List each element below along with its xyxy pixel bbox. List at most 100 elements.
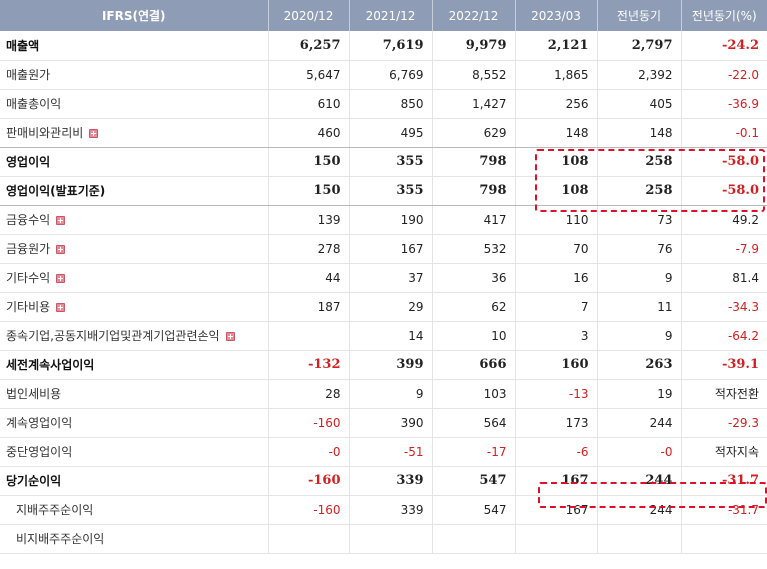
- table-cell: 564: [432, 408, 516, 438]
- table-cell: 29: [349, 292, 433, 322]
- income-statement-table: IFRS(연결) 2020/12 2021/12 2022/12 2023/03…: [0, 0, 767, 554]
- row-label[interactable]: 금융원가: [0, 234, 269, 264]
- table-cell: [268, 321, 350, 351]
- table-cell: -132: [268, 350, 350, 380]
- row-label-text: 세전계속사업이익: [6, 358, 95, 372]
- table-cell: -0: [597, 437, 682, 467]
- table-cell: 적자전환: [681, 379, 767, 409]
- table-cell: 244: [597, 466, 682, 496]
- row-label-text: 기타수익: [6, 271, 51, 285]
- row-label-text: 종속기업,공동지배기업및관계기업관련손익: [6, 329, 220, 343]
- table-cell: 70: [515, 234, 598, 264]
- table-cell: 3: [515, 321, 598, 351]
- table-cell: 244: [597, 408, 682, 438]
- header-2020-12[interactable]: 2020/12: [268, 0, 350, 31]
- row-label-text: 중단영업이익: [6, 445, 73, 459]
- header-yoy[interactable]: 전년동기: [597, 0, 682, 31]
- table-cell: -7.9: [681, 234, 767, 264]
- header-row: IFRS(연결) 2020/12 2021/12 2022/12 2023/03…: [0, 0, 767, 31]
- header-ifrs[interactable]: IFRS(연결): [0, 0, 269, 31]
- table-cell: -31.7: [681, 495, 767, 525]
- table-row: 매출액 6,257 7,619 9,979 2,121 2,797 -24.2: [0, 31, 767, 61]
- table-cell: 150: [268, 176, 350, 206]
- table-cell: 2,797: [597, 31, 682, 61]
- header-yoy-pct[interactable]: 전년동기(%): [681, 0, 767, 31]
- table-cell: 9: [349, 379, 433, 409]
- table-cell: 263: [597, 350, 682, 380]
- table-row: 매출총이익 610 850 1,427 256 405 -36.9: [0, 89, 767, 119]
- row-label: 중단영업이익: [0, 437, 269, 467]
- table-cell: 610: [268, 89, 350, 119]
- row-label[interactable]: 종속기업,공동지배기업및관계기업관련손익: [0, 321, 269, 351]
- table-cell: 10: [432, 321, 516, 351]
- table-cell: 28: [268, 379, 350, 409]
- table-cell: 399: [349, 350, 433, 380]
- table-row: 영업이익 150 355 798 108 258 -58.0: [0, 147, 767, 177]
- table-cell: 850: [349, 89, 433, 119]
- table-cell: 190: [349, 205, 433, 235]
- expand-plus-icon[interactable]: [89, 129, 99, 138]
- row-label[interactable]: 기타비용: [0, 292, 269, 322]
- table-cell: 9,979: [432, 31, 516, 61]
- table-cell: -39.1: [681, 350, 767, 380]
- table-cell: 9: [597, 263, 682, 293]
- table-row: 매출원가 5,647 6,769 8,552 1,865 2,392 -22.0: [0, 60, 767, 90]
- table-cell: [268, 524, 350, 554]
- expand-plus-icon[interactable]: [56, 245, 66, 254]
- table-row: 기타비용 187 29 62 7 11 -34.3: [0, 292, 767, 322]
- table-row: 중단영업이익 -0 -51 -17 -6 -0 적자지속: [0, 437, 767, 467]
- table-cell: -160: [268, 408, 350, 438]
- table-cell: 495: [349, 118, 433, 148]
- table-row: 금융수익 139 190 417 110 73 49.2: [0, 205, 767, 235]
- table-cell: 14: [349, 321, 433, 351]
- row-label: 비지배주주순이익: [0, 524, 269, 554]
- table-cell: 6,257: [268, 31, 350, 61]
- row-label-text: 법인세비용: [6, 387, 62, 401]
- table-cell: 339: [349, 495, 433, 525]
- row-label: 매출액: [0, 31, 269, 61]
- table-row: 법인세비용 28 9 103 -13 19 적자전환: [0, 379, 767, 409]
- table-cell: 108: [515, 147, 598, 177]
- expand-plus-icon[interactable]: [56, 216, 66, 225]
- row-label-text: 당기순이익: [6, 474, 62, 488]
- table-cell: -22.0: [681, 60, 767, 90]
- table-cell: 7,619: [349, 31, 433, 61]
- header-2023-03[interactable]: 2023/03: [515, 0, 598, 31]
- expand-plus-icon[interactable]: [225, 332, 235, 341]
- table-cell: -31.7: [681, 466, 767, 496]
- table-cell: 148: [597, 118, 682, 148]
- table-cell: 629: [432, 118, 516, 148]
- header-2022-12[interactable]: 2022/12: [432, 0, 516, 31]
- table-cell: -36.9: [681, 89, 767, 119]
- row-label: 지배주주순이익: [0, 495, 269, 525]
- table-cell: [515, 524, 598, 554]
- table-cell: 187: [268, 292, 350, 322]
- table-cell: 2,392: [597, 60, 682, 90]
- table-cell: 666: [432, 350, 516, 380]
- table-row: 당기순이익 -160 339 547 167 244 -31.7: [0, 466, 767, 496]
- table-cell: 173: [515, 408, 598, 438]
- expand-plus-icon[interactable]: [56, 303, 66, 312]
- table-cell: -6: [515, 437, 598, 467]
- row-label: 계속영업이익: [0, 408, 269, 438]
- table-cell: 244: [597, 495, 682, 525]
- row-label[interactable]: 판매비와관리비: [0, 118, 269, 148]
- row-label[interactable]: 기타수익: [0, 263, 269, 293]
- table-cell: 258: [597, 147, 682, 177]
- row-label-text: 비지배주주순이익: [16, 532, 105, 546]
- table-cell: 44: [268, 263, 350, 293]
- expand-plus-icon[interactable]: [56, 274, 66, 283]
- table-cell: 36: [432, 263, 516, 293]
- table-row: 영업이익(발표기준) 150 355 798 108 258 -58.0: [0, 176, 767, 206]
- table-cell: 339: [349, 466, 433, 496]
- header-2021-12[interactable]: 2021/12: [349, 0, 433, 31]
- table-row: 세전계속사업이익 -132 399 666 160 263 -39.1: [0, 350, 767, 380]
- financial-statement: IFRS(연결) 2020/12 2021/12 2022/12 2023/03…: [0, 0, 767, 569]
- table-cell: -160: [268, 495, 350, 525]
- row-label-text: 매출액: [6, 38, 40, 53]
- row-label[interactable]: 금융수익: [0, 205, 269, 235]
- row-label-text: 기타비용: [6, 300, 51, 314]
- table-cell: 37: [349, 263, 433, 293]
- table-cell: -0.1: [681, 118, 767, 148]
- table-cell: -51: [349, 437, 433, 467]
